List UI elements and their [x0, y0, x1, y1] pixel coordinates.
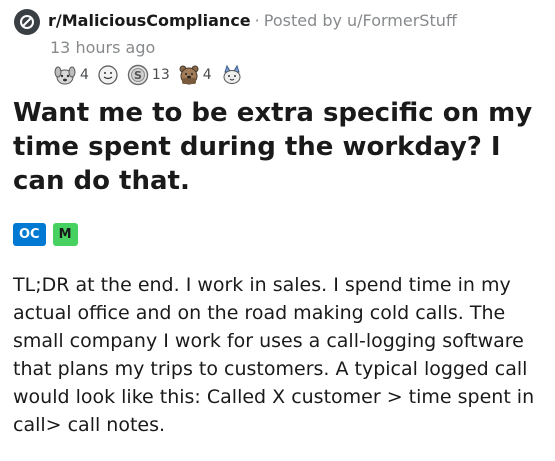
- dog-award-icon: [54, 66, 76, 85]
- flair-m[interactable]: M: [52, 223, 78, 246]
- award-count: 4: [202, 67, 212, 83]
- smiley-award-icon: [98, 65, 118, 85]
- award-count: 13: [151, 67, 170, 83]
- award-cat[interactable]: [220, 64, 244, 86]
- bear-award-icon: [179, 65, 199, 85]
- post-timestamp[interactable]: 13 hours ago: [50, 36, 155, 60]
- flair-oc[interactable]: OC: [13, 223, 46, 246]
- post-flairs: OC M: [13, 223, 78, 246]
- meta-separator: ·: [254, 11, 260, 30]
- award-bear[interactable]: 4: [178, 64, 212, 86]
- post-body: TL;DR at the end. I work in sales. I spe…: [13, 274, 535, 436]
- award-dog[interactable]: 4: [53, 64, 89, 86]
- silver-award-icon: S: [127, 64, 149, 86]
- award-count: 4: [80, 67, 89, 83]
- subreddit-link[interactable]: r/MaliciousCompliance: [48, 11, 251, 30]
- post-title[interactable]: Want me to be extra specific on my time …: [13, 96, 543, 198]
- award-silver[interactable]: S 13: [127, 64, 170, 86]
- award-smiley[interactable]: [97, 64, 119, 86]
- author-link[interactable]: Posted by u/FormerStuff: [264, 11, 457, 30]
- subreddit-icon[interactable]: [14, 9, 40, 35]
- post-meta: r/MaliciousCompliance · Posted by u/Former…: [48, 9, 457, 33]
- svg-text:S: S: [134, 69, 142, 82]
- post-header: r/MaliciousCompliance · Posted by u/Former…: [13, 8, 548, 92]
- no-entry-icon: [20, 15, 34, 29]
- awards-row[interactable]: 4 S 13 4: [53, 63, 252, 87]
- cat-award-icon: [223, 64, 241, 84]
